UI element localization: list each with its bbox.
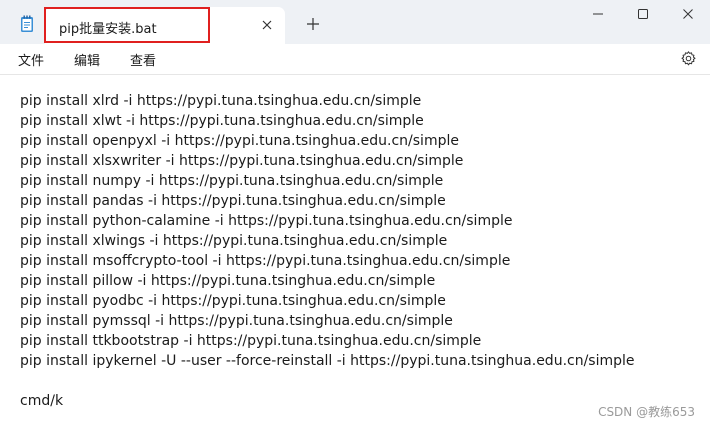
editor-line: pip install pymssql -i https://pypi.tuna… bbox=[20, 313, 453, 329]
editor-line: pip install msoffcrypto-tool -i https://… bbox=[20, 253, 511, 269]
title-bar: pip批量安装.bat bbox=[0, 0, 710, 44]
editor-line: pip install openpyxl -i https://pypi.tun… bbox=[20, 133, 459, 149]
maximize-button[interactable] bbox=[620, 4, 666, 24]
close-window-button[interactable] bbox=[665, 4, 710, 24]
close-icon bbox=[683, 9, 693, 19]
editor-line: pip install pillow -i https://pypi.tuna.… bbox=[20, 273, 436, 289]
maximize-icon bbox=[638, 9, 648, 19]
editor-line: cmd/k bbox=[20, 393, 64, 409]
editor-line: pip install xlsxwriter -i https://pypi.t… bbox=[20, 153, 464, 169]
menu-view[interactable]: 查看 bbox=[130, 50, 156, 69]
tab-active-file[interactable]: pip批量安装.bat bbox=[45, 7, 285, 44]
close-icon[interactable] bbox=[259, 17, 275, 33]
editor-line: pip install xlrd -i https://pypi.tuna.ts… bbox=[20, 93, 422, 109]
minimize-icon bbox=[593, 13, 603, 15]
notepad-icon bbox=[21, 15, 33, 32]
menu-edit[interactable]: 编辑 bbox=[74, 50, 100, 69]
editor-line: pip install ttkbootstrap -i https://pypi… bbox=[20, 333, 482, 349]
editor-line: pip install xlwings -i https://pypi.tuna… bbox=[20, 233, 448, 249]
tab-title: pip批量安装.bat bbox=[59, 22, 157, 37]
editor-line: pip install numpy -i https://pypi.tuna.t… bbox=[20, 173, 444, 189]
editor-line: pip install pyodbc -i https://pypi.tuna.… bbox=[20, 293, 446, 309]
menu-file[interactable]: 文件 bbox=[18, 50, 44, 69]
gear-icon[interactable] bbox=[680, 50, 697, 67]
editor-line: pip install python-calamine -i https://p… bbox=[20, 213, 513, 229]
minimize-button[interactable] bbox=[575, 4, 621, 24]
editor-line: pip install ipykernel -U --user --force-… bbox=[20, 353, 635, 369]
text-editor[interactable]: pip install xlrd -i https://pypi.tuna.ts… bbox=[0, 75, 710, 430]
watermark: CSDN @教练653 bbox=[598, 405, 695, 419]
notepad-window: pip批量安装.bat 文件 编辑 查看 pip install xlrd -i… bbox=[0, 0, 710, 430]
editor-line: pip install pandas -i https://pypi.tuna.… bbox=[20, 193, 446, 209]
plus-icon[interactable] bbox=[306, 17, 320, 31]
editor-line: pip install xlwt -i https://pypi.tuna.ts… bbox=[20, 113, 424, 129]
menu-bar: 文件 编辑 查看 bbox=[0, 44, 710, 75]
